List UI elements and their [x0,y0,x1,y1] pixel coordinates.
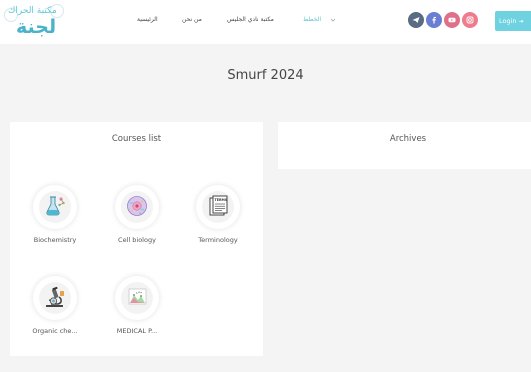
course-label: Biochemistry [33,236,77,244]
course-icon-circle [115,185,159,229]
nav-item-plans[interactable]: الخطط [303,16,321,23]
course-item-organic-chemistry[interactable]: Organic che... [20,276,90,346]
instagram-button[interactable] [462,12,478,28]
facebook-icon [432,16,436,24]
course-icon-circle: TERMS [196,185,240,229]
microscope-icon [46,286,64,307]
instagram-icon [466,16,474,24]
course-icon-circle [33,276,77,320]
logo-title: لجنة [16,16,57,38]
course-label: Terminology [198,236,238,244]
archives-title: Archives [389,134,427,144]
course-item-terminology[interactable]: TERMS Terminology [183,185,253,255]
nav-item-home[interactable]: الرئيسية [137,16,158,23]
medical-chart-icon: ميكرو [128,288,147,305]
nav-item-about[interactable]: من نحن [182,16,202,23]
svg-text:TERMS: TERMS [215,198,228,202]
courses-card: Courses list Biochemistry Cell biology T… [10,122,263,356]
telegram-button[interactable] [408,12,424,28]
courses-title: Courses list [111,134,162,144]
cell-icon [127,196,147,216]
biochemistry-icon [46,196,65,216]
course-label: Cell biology [118,236,156,244]
course-label: Organic che... [32,327,78,335]
youtube-button[interactable] [444,12,460,28]
course-item-medical[interactable]: ميكرو MEDICAL P... [102,276,172,346]
course-item-cell-biology[interactable]: Cell biology [102,185,172,255]
site-logo[interactable]: مكتبة الحراك لجنة [4,4,66,42]
course-label: MEDICAL P... [116,327,158,335]
page-title: Smurf 2024 [227,68,304,83]
facebook-button[interactable] [426,12,442,28]
course-icon-circle: ميكرو [115,276,159,320]
svg-text:ميكرو: ميكرو [135,291,143,294]
login-label: Login [499,17,517,25]
login-arrow-icon: ⇥ [518,18,524,25]
youtube-icon [448,17,456,23]
nav-item-library[interactable]: مكتبة نادي الجليس [227,16,274,23]
paper-plane-icon [412,17,420,23]
login-button[interactable]: Login ⇥ [495,11,531,31]
terms-document-icon: TERMS [209,195,228,216]
logo-subtitle: مكتبة الحراك [8,6,57,16]
course-item-biochemistry[interactable]: Biochemistry [20,185,90,255]
course-icon-circle [33,185,77,229]
archives-card: Archives [278,122,531,169]
chevron-down-icon[interactable] [330,17,336,23]
site-header: مكتبة الحراك لجنة الخطط مكتبة نادي الجلي… [0,0,531,44]
